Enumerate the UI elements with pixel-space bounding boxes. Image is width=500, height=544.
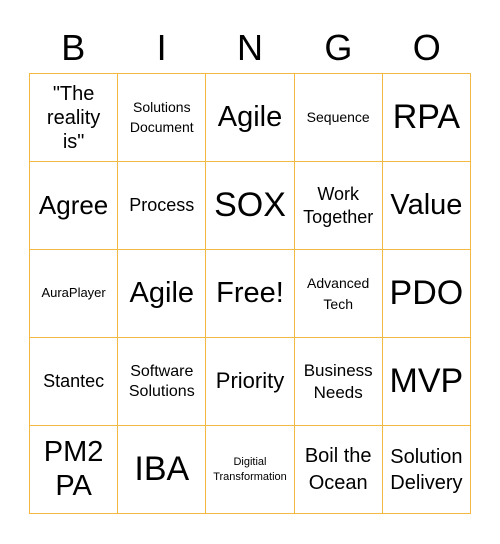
bingo-cell[interactable]: Solutions Document	[117, 73, 206, 161]
bingo-cell[interactable]: Business Needs	[293, 337, 382, 425]
bingo-cell[interactable]: RPA	[381, 73, 470, 161]
bingo-free-space[interactable]: Free!	[205, 249, 294, 337]
bingo-cell[interactable]: Software Solutions	[117, 337, 206, 425]
bingo-cell[interactable]: Boil the Ocean	[293, 425, 382, 513]
bingo-cell[interactable]: PDO	[381, 249, 470, 337]
header-letter-i: I	[156, 27, 167, 68]
bingo-cell[interactable]: PM2 PA	[29, 425, 118, 513]
bingo-cell[interactable]: Agree	[29, 161, 118, 249]
bingo-cell[interactable]: Value	[381, 161, 470, 249]
bingo-cell[interactable]: Process	[117, 161, 206, 249]
bingo-header: B I N G O	[29, 22, 471, 74]
bingo-cell[interactable]: Advanced Tech	[293, 249, 382, 337]
bingo-cell[interactable]: Priority	[205, 337, 294, 425]
header-letter-g: G	[324, 27, 353, 68]
bingo-board: "The reality is" Solutions Document Agil…	[29, 73, 471, 514]
bingo-cell[interactable]: IBA	[117, 425, 206, 513]
header-letter-n: N	[236, 27, 263, 68]
bingo-cell[interactable]: Solution Delivery	[381, 425, 470, 513]
bingo-cell[interactable]: SOX	[205, 161, 294, 249]
bingo-cell[interactable]: MVP	[381, 337, 470, 425]
bingo-cell[interactable]: Stantec	[29, 337, 118, 425]
header-letter-b: B	[61, 27, 86, 68]
bingo-cell[interactable]: Sequence	[293, 73, 382, 161]
bingo-cell[interactable]: AuraPlayer	[29, 249, 118, 337]
bingo-cell[interactable]: Digitial Transformation	[205, 425, 294, 513]
bingo-cell[interactable]: "The reality is"	[29, 73, 118, 161]
bingo-cell[interactable]: Work Together	[293, 161, 382, 249]
header-letter-o: O	[412, 27, 441, 68]
bingo-cell[interactable]: Agile	[205, 73, 294, 161]
bingo-cell[interactable]: Agile	[117, 249, 206, 337]
